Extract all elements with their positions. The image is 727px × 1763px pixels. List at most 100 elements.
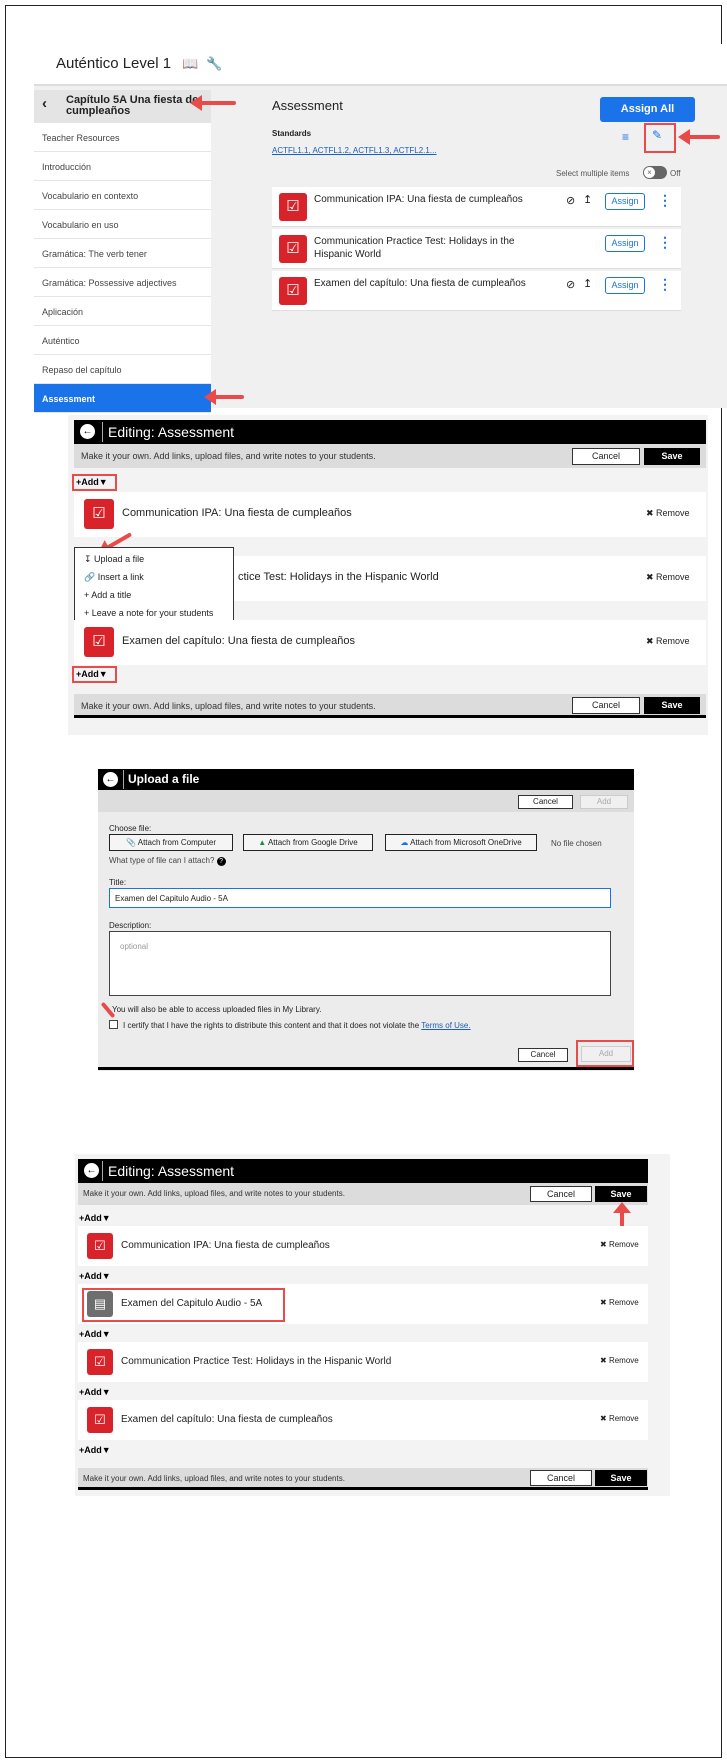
section-title: Assessment (272, 98, 343, 113)
upload-toolbar: Cancel Add (98, 790, 634, 812)
item-title[interactable]: Communication IPA: Una fiesta de cumplea… (314, 193, 529, 206)
list-item[interactable]: ☑ Communication Practice Test: Holidays … (272, 229, 681, 269)
add-dropdown[interactable]: +Add▼ (76, 669, 108, 679)
assign-all-button[interactable]: Assign All (600, 97, 695, 122)
chapter-title: Capítulo 5A Una fiesta de cumpleaños (66, 94, 199, 117)
remove-button[interactable]: ✖ Remove (600, 1298, 639, 1307)
terms-link[interactable]: Terms of Use. (421, 1021, 470, 1030)
back-arrow-icon[interactable]: ← (103, 772, 118, 787)
select-multiple-toggle[interactable] (643, 166, 667, 179)
cancel-button[interactable]: Cancel (530, 1470, 592, 1486)
wrench-icon[interactable]: 🔧 (206, 56, 222, 72)
google-drive-icon: ▲ (258, 838, 267, 847)
upload-header: ← Upload a file (98, 769, 634, 790)
assessment-check-icon: ☑ (84, 499, 114, 529)
add-dropdown[interactable]: +Add▼ (79, 1387, 111, 1397)
file-types-text[interactable]: What type of file can I attach? ? (109, 856, 226, 866)
sidebar-item[interactable]: Repaso del capítulo (34, 355, 211, 384)
cancel-button[interactable]: Cancel (518, 795, 573, 809)
sidebar-item[interactable]: Introducción (34, 152, 211, 181)
back-arrow-icon[interactable]: ← (84, 1163, 99, 1178)
more-icon[interactable]: ⋮ (658, 276, 672, 293)
certify-text: I certify that I have the rights to dist… (123, 1021, 471, 1030)
add-dropdown[interactable]: +Add▼ (79, 1213, 111, 1223)
course-header: Auténtico Level 1 📖 🔧 (34, 44, 727, 86)
remove-button[interactable]: ✖ Remove (646, 508, 690, 519)
chart-icon[interactable]: ↥ (583, 193, 592, 206)
back-arrow-icon[interactable]: ← (80, 424, 95, 439)
filter-list-icon[interactable]: ≡ (622, 130, 629, 144)
cancel-button[interactable]: Cancel (572, 448, 640, 465)
save-button[interactable]: Save (595, 1470, 647, 1486)
annotation-arrow (204, 389, 244, 405)
course-title: Auténtico Level 1 (56, 55, 172, 72)
cancel-button[interactable]: Cancel (518, 1048, 568, 1062)
item-title[interactable]: Examen del capítulo: Una fiesta de cumpl… (314, 277, 529, 290)
menu-item-upload[interactable]: ↧ Upload a file (84, 554, 144, 565)
sidebar-item[interactable]: Vocabulario en contexto (34, 181, 211, 210)
upload-title: Upload a file (128, 772, 200, 786)
menu-item-link[interactable]: 🔗 Insert a link (84, 572, 144, 583)
sidebar-item[interactable]: Gramática: The verb tener (34, 239, 211, 268)
list-item: ☑ Communication IPA: Una fiesta de cumpl… (74, 492, 706, 537)
remove-button[interactable]: ✖ Remove (600, 1414, 639, 1423)
hidden-eye-icon[interactable]: ⊘ (566, 194, 575, 207)
add-dropdown[interactable]: +Add▼ (79, 1329, 111, 1339)
description-textarea[interactable]: optional (109, 931, 611, 996)
annotation-arrow (678, 129, 720, 145)
sidebar-item-assessment[interactable]: Assessment (34, 384, 211, 413)
chapter-sidebar: ‹ Capítulo 5A Una fiesta de cumpleaños T… (34, 90, 211, 413)
more-icon[interactable]: ⋮ (658, 234, 672, 251)
save-button[interactable]: Save (644, 697, 700, 714)
remove-button[interactable]: ✖ Remove (600, 1356, 639, 1365)
cancel-button[interactable]: Cancel (530, 1186, 592, 1202)
book-icon[interactable]: 📖 (182, 56, 198, 72)
add-dropdown[interactable]: +Add▼ (79, 1271, 111, 1281)
instructions-bar: Make it your own. Add links, upload file… (74, 694, 706, 718)
assessment-check-icon: ☑ (279, 277, 307, 305)
no-file-text: No file chosen (551, 839, 602, 848)
sidebar-item[interactable]: Teacher Resources (34, 123, 211, 152)
menu-item-title[interactable]: + Add a title (84, 590, 131, 600)
list-item: ☑ Examen del capítulo: Una fiesta de cum… (78, 1400, 648, 1440)
attach-drive-button[interactable]: ▲ Attach from Google Drive (243, 834, 373, 851)
library-note: You will also be able to access uploaded… (112, 1005, 322, 1014)
instructions-bar: Make it your own. Add links, upload file… (78, 1468, 648, 1490)
assign-button[interactable]: Assign (605, 277, 645, 294)
chapter-header[interactable]: ‹ Capítulo 5A Una fiesta de cumpleaños (34, 90, 211, 123)
select-multiple-label: Select multiple items (556, 169, 630, 178)
sidebar-item[interactable]: Auténtico (34, 326, 211, 355)
remove-button[interactable]: ✖ Remove (600, 1240, 639, 1249)
item-title: Communication IPA: Una fiesta de cumplea… (121, 1240, 330, 1251)
highlight-box (576, 1040, 634, 1067)
instructions-text: Make it your own. Add links, upload file… (81, 701, 376, 711)
save-button[interactable]: Save (644, 448, 700, 465)
chart-icon[interactable]: ↥ (583, 277, 592, 290)
save-button[interactable]: Save (595, 1186, 647, 1202)
sidebar-item[interactable]: Gramática: Possessive adjectives (34, 268, 211, 297)
sidebar-item[interactable]: Vocabulario en uso (34, 210, 211, 239)
standards-links[interactable]: ACTFL1.1, ACTFL1.2, ACTFL1.3, ACTFL2.1..… (272, 146, 437, 155)
assign-button[interactable]: Assign (605, 193, 645, 210)
remove-button[interactable]: ✖ Remove (646, 572, 690, 583)
back-chevron-icon[interactable]: ‹ (42, 96, 47, 111)
more-icon[interactable]: ⋮ (658, 192, 672, 209)
certify-checkbox[interactable] (109, 1020, 118, 1029)
editing-title: Editing: Assessment (108, 1163, 235, 1179)
assign-button[interactable]: Assign (605, 235, 645, 252)
item-title[interactable]: Communication Practice Test: Holidays in… (314, 235, 529, 261)
title-input[interactable]: Examen del Capitulo Audio - 5A (109, 888, 611, 908)
add-dropdown[interactable]: +Add▼ (76, 477, 108, 487)
menu-item-note[interactable]: + Leave a note for your students (84, 608, 213, 618)
list-item[interactable]: ☑ Communication IPA: Una fiesta de cumpl… (272, 187, 681, 227)
cancel-button[interactable]: Cancel (572, 697, 640, 714)
list-item[interactable]: ☑ Examen del capítulo: Una fiesta de cum… (272, 271, 681, 311)
remove-button[interactable]: ✖ Remove (646, 636, 690, 647)
attach-computer-button[interactable]: 📎 Attach from Computer (109, 834, 233, 851)
add-button-disabled[interactable]: Add (580, 795, 628, 809)
add-dropdown[interactable]: +Add▼ (79, 1445, 111, 1455)
sidebar-item[interactable]: Aplicación (34, 297, 211, 326)
help-icon[interactable]: ? (216, 857, 226, 866)
hidden-eye-icon[interactable]: ⊘ (566, 278, 575, 291)
attach-onedrive-button[interactable]: ☁ Attach from Microsoft OneDrive (385, 834, 537, 851)
